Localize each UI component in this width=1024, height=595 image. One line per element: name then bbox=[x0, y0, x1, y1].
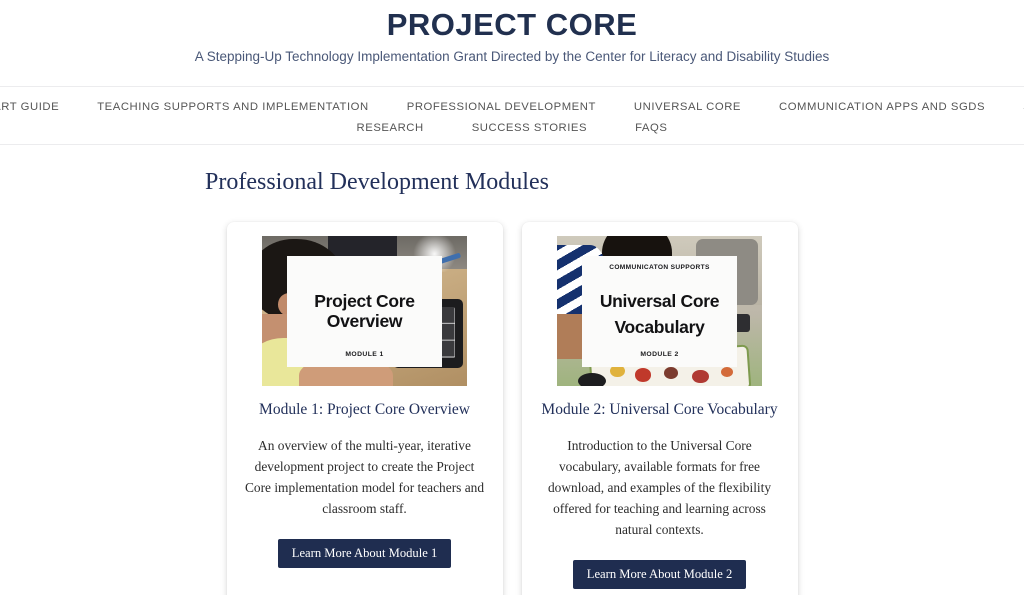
module-1-description: An overview of the multi-year, iterative… bbox=[244, 438, 485, 516]
learn-more-module-2-button[interactable]: Learn More About Module 2 bbox=[572, 560, 747, 589]
module-2-overlay-module-label: MODULE 2 bbox=[640, 350, 679, 358]
site-masthead: PROJECT CORE A Stepping-Up Technology Im… bbox=[0, 0, 1024, 87]
nav-item-professional-development[interactable]: PROFESSIONAL DEVELOPMENT bbox=[407, 101, 596, 113]
nav-item-universal-core[interactable]: UNIVERSAL CORE bbox=[634, 101, 741, 113]
module-1-overlay-title-line2: Overview bbox=[326, 311, 403, 331]
page-title: Professional Development Modules bbox=[205, 169, 549, 195]
module-2-overlay-title-line1: Universal Core bbox=[599, 291, 720, 311]
site-tagline: A Stepping-Up Technology Implementation … bbox=[194, 49, 830, 64]
nav-row-primary: ABOUT QUICK START GUIDE TEACHING SUPPORT… bbox=[0, 101, 1024, 113]
nav-item-teaching-supports-and-implementation[interactable]: TEACHING SUPPORTS AND IMPLEMENTATION bbox=[97, 101, 369, 113]
module-2-overlay-title-line2: Vocabulary bbox=[614, 317, 705, 337]
module-card-list: Project Core Overview MODULE 1 Module 1:… bbox=[0, 222, 1024, 595]
module-2-overlay-kicker: COMMUNICATON SUPPORTS bbox=[609, 263, 710, 271]
site-title: PROJECT CORE bbox=[386, 7, 638, 42]
nav-item-communication-apps-and-sgds[interactable]: COMMUNICATION APPS AND SGDS bbox=[779, 101, 985, 113]
nav-item-research[interactable]: RESEARCH bbox=[357, 122, 424, 134]
module-card-1[interactable]: Project Core Overview MODULE 1 Module 1:… bbox=[226, 222, 503, 595]
nav-row-secondary: RESEARCH SUCCESS STORIES FAQS bbox=[0, 122, 1024, 134]
module-2-thumbnail[interactable]: COMMUNICATON SUPPORTS Universal Core Voc… bbox=[557, 236, 762, 386]
main-navigation: ABOUT QUICK START GUIDE TEACHING SUPPORT… bbox=[0, 87, 1024, 145]
module-2-thumbnail-overlay: COMMUNICATON SUPPORTS Universal Core Voc… bbox=[581, 255, 738, 367]
nav-item-success-stories[interactable]: SUCCESS STORIES bbox=[472, 122, 587, 134]
module-1-overlay-title-line1: Project Core bbox=[314, 291, 415, 311]
module-1-title: Module 1: Project Core Overview bbox=[259, 401, 470, 418]
main-content: Professional Development Modules Project… bbox=[0, 145, 1024, 595]
learn-more-module-1-button[interactable]: Learn More About Module 1 bbox=[277, 539, 452, 568]
module-1-overlay-module-label: MODULE 1 bbox=[345, 350, 384, 358]
module-2-button-wrap: Learn More About Module 2 bbox=[536, 560, 784, 589]
nav-item-faqs[interactable]: FAQS bbox=[635, 122, 667, 134]
module-1-thumbnail-overlay: Project Core Overview MODULE 1 bbox=[286, 255, 443, 367]
module-1-thumbnail[interactable]: Project Core Overview MODULE 1 bbox=[262, 236, 467, 386]
module-2-description: Introduction to the Universal Core vocab… bbox=[547, 438, 772, 537]
nav-item-quick-start-guide[interactable]: QUICK START GUIDE bbox=[0, 101, 59, 113]
module-card-2[interactable]: COMMUNICATON SUPPORTS Universal Core Voc… bbox=[521, 222, 798, 595]
module-2-title: Module 2: Universal Core Vocabulary bbox=[541, 401, 778, 418]
module-1-button-wrap: Learn More About Module 1 bbox=[241, 539, 489, 568]
